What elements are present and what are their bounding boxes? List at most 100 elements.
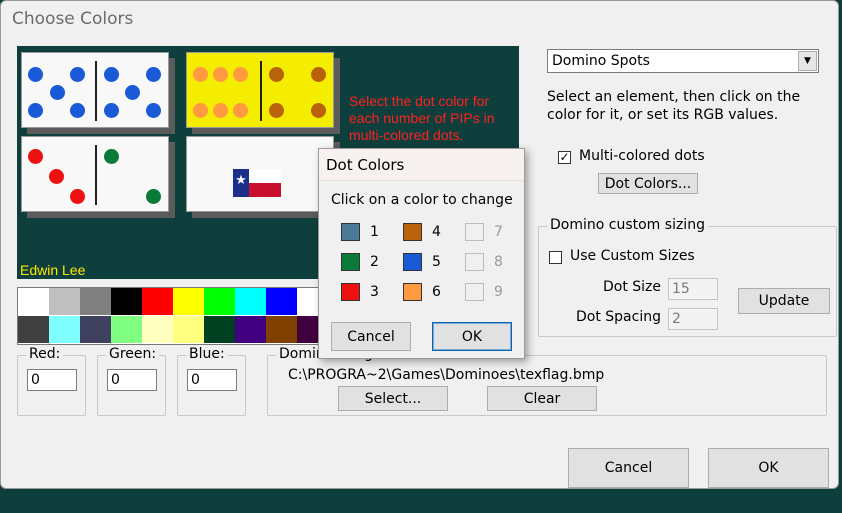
dot — [213, 103, 228, 118]
red-label: Red: — [26, 346, 64, 362]
palette-swatch[interactable] — [235, 288, 266, 315]
dot-size-label: Dot Size — [603, 279, 662, 295]
dot-color-number-6: 6 — [432, 284, 441, 300]
palette-swatch[interactable] — [173, 316, 204, 343]
dot-color-number-8: 8 — [494, 254, 503, 270]
palette-swatch[interactable] — [111, 288, 142, 315]
dot — [311, 67, 326, 82]
element-select[interactable]: Domino Spots ▼ — [547, 49, 819, 73]
dot — [269, 103, 284, 118]
dot-size-input[interactable]: 15 — [668, 278, 718, 300]
domino-divider — [260, 61, 262, 121]
domino-yellow-tile — [186, 52, 334, 128]
palette-swatch[interactable] — [80, 288, 111, 315]
blue-input[interactable]: 0 — [187, 369, 237, 391]
palette-swatch[interactable] — [142, 316, 173, 343]
palette-swatch[interactable] — [49, 288, 80, 315]
dot-color-number-5: 5 — [432, 254, 441, 270]
domino-red-green-tile — [21, 136, 169, 212]
dot — [213, 67, 228, 82]
dot — [70, 67, 85, 82]
dot-color-swatch-2[interactable] — [341, 253, 360, 271]
dot-color-number-3: 3 — [370, 284, 379, 300]
texas-flag-icon: ★ — [233, 169, 281, 197]
dot — [50, 85, 65, 100]
dot — [146, 189, 161, 204]
dot-colors-titlebar: Dot Colors — [319, 149, 524, 181]
domino-blue-tile — [21, 52, 169, 128]
palette-swatch[interactable] — [235, 316, 266, 343]
dot-color-swatch-1[interactable] — [341, 223, 360, 241]
dot — [104, 67, 119, 82]
dot-color-number-9: 9 — [494, 284, 503, 300]
author-credit: Edwin Lee — [20, 262, 86, 278]
red-group: Red: 0 — [17, 346, 86, 416]
multicolor-checkbox[interactable]: ✓ — [558, 151, 571, 164]
use-custom-sizes-label: Use Custom Sizes — [570, 248, 695, 264]
dot — [193, 67, 208, 82]
dot-colors-prompt: Click on a color to change — [331, 192, 513, 208]
palette-swatch[interactable] — [204, 288, 235, 315]
dot — [125, 85, 140, 100]
clear-image-button[interactable]: Clear — [487, 386, 597, 411]
dot-color-swatch-3[interactable] — [341, 283, 360, 301]
dot — [70, 189, 85, 204]
palette-swatch[interactable] — [142, 288, 173, 315]
update-button[interactable]: Update — [738, 288, 830, 314]
dot — [28, 103, 43, 118]
red-input[interactable]: 0 — [27, 369, 77, 391]
palette-swatch[interactable] — [173, 288, 204, 315]
dot-color-swatch-6[interactable] — [403, 283, 422, 301]
dot-color-swatch-7 — [465, 223, 484, 241]
dot — [233, 103, 248, 118]
dot-color-swatch-9 — [465, 283, 484, 301]
dot — [146, 103, 161, 118]
palette-swatch[interactable] — [111, 316, 142, 343]
palette-swatch[interactable] — [80, 316, 111, 343]
palette-swatch[interactable] — [204, 316, 235, 343]
dot — [104, 103, 119, 118]
select-image-button[interactable]: Select... — [338, 386, 448, 411]
palette-swatch[interactable] — [18, 316, 49, 343]
dot-colors-title: Dot Colors — [326, 156, 405, 174]
green-input[interactable]: 0 — [107, 369, 157, 391]
dot-spacing-label: Dot Spacing — [576, 309, 661, 325]
domino-divider — [95, 61, 97, 121]
blue-label: Blue: — [186, 346, 228, 362]
green-group: Green: 0 — [97, 346, 166, 416]
dot-colors-ok-button[interactable]: OK — [432, 322, 512, 351]
element-select-value: Domino Spots — [552, 53, 650, 69]
preview-instruction: Select the dot color for each number of … — [349, 93, 495, 143]
multicolor-label: Multi-colored dots — [579, 148, 705, 164]
image-path: C:\PROGRA~2\Games\Dominoes\texflag.bmp — [288, 367, 605, 383]
palette-swatch[interactable] — [18, 288, 49, 315]
green-label: Green: — [106, 346, 160, 362]
custom-sizing-legend: Domino custom sizing — [547, 217, 708, 233]
dot-spacing-input[interactable]: 2 — [668, 308, 718, 330]
cancel-button[interactable]: Cancel — [568, 448, 689, 488]
chevron-down-icon[interactable]: ▼ — [798, 51, 817, 71]
domino-image-group: Domino Image C:\PROGRA~2\Games\Dominoes\… — [267, 346, 827, 416]
palette-swatch[interactable] — [49, 316, 80, 343]
dot — [233, 67, 248, 82]
color-palette — [17, 287, 335, 345]
dot — [28, 149, 43, 164]
dot — [28, 67, 43, 82]
dot — [269, 67, 284, 82]
palette-swatch[interactable] — [266, 288, 297, 315]
use-custom-sizes-checkbox[interactable] — [549, 251, 562, 264]
dot-colors-dialog: Dot Colors Click on a color to change 1 2… — [318, 148, 525, 359]
dot-colors-cancel-button[interactable]: Cancel — [331, 322, 411, 351]
dot-colors-button[interactable]: Dot Colors... — [598, 173, 698, 194]
dot-color-swatch-4[interactable] — [403, 223, 422, 241]
dot-color-number-2: 2 — [370, 254, 379, 270]
ok-button[interactable]: OK — [708, 448, 829, 488]
dot — [146, 67, 161, 82]
dot-color-swatch-5[interactable] — [403, 253, 422, 271]
custom-sizing-group: Domino custom sizing Use Custom Sizes Do… — [538, 217, 837, 337]
help-text: Select an element, then click on the col… — [547, 89, 801, 123]
blue-group: Blue: 0 — [177, 346, 246, 416]
palette-swatch[interactable] — [266, 316, 297, 343]
dot — [70, 103, 85, 118]
dot — [193, 103, 208, 118]
